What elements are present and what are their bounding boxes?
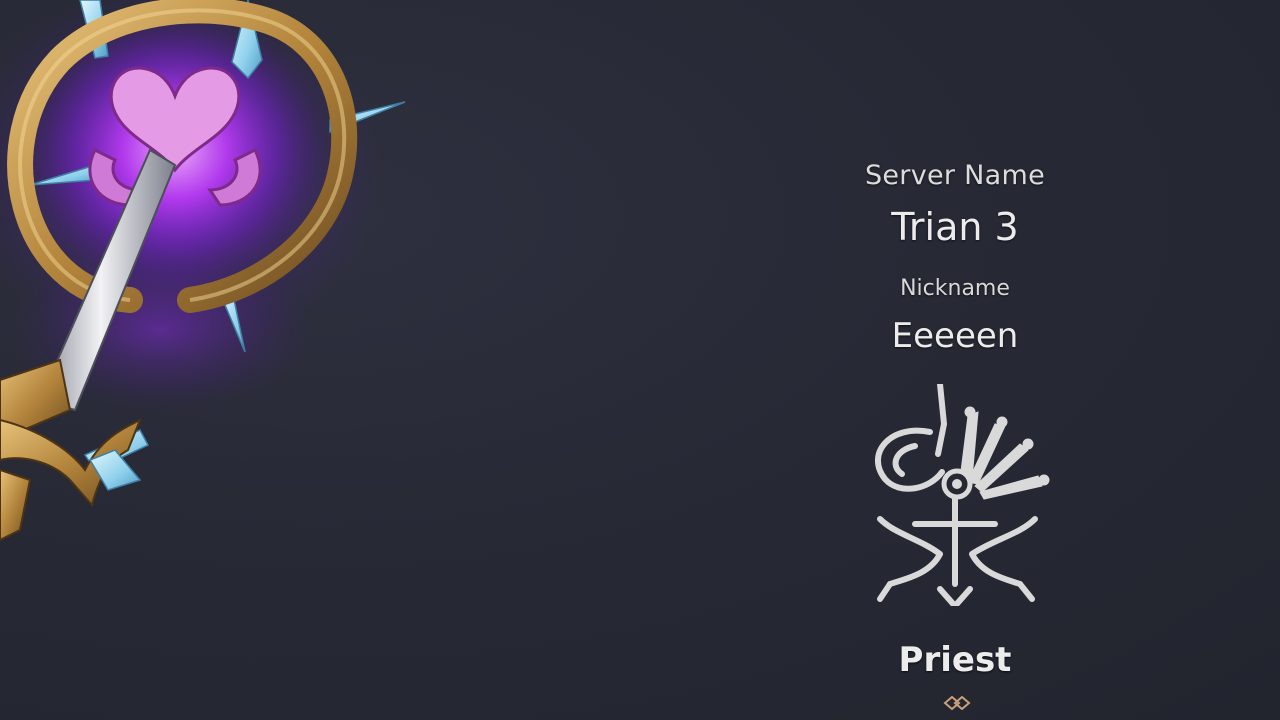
nickname-value: Eeeeen [891, 316, 1019, 356]
priest-staff-icon [0, 0, 406, 542]
priest-class-emblem-icon [875, 384, 1050, 606]
class-name: Priest [898, 640, 1012, 680]
server-name-value: Trian 3 [891, 205, 1019, 249]
ornamental-divider [700, 696, 1220, 710]
server-name-label: Server Name [864, 160, 1046, 191]
character-info-screen: Server Name Trian 3 Nickname Eeeeen Prie… [0, 0, 1280, 720]
nickname-label: Nickname [900, 276, 1010, 301]
